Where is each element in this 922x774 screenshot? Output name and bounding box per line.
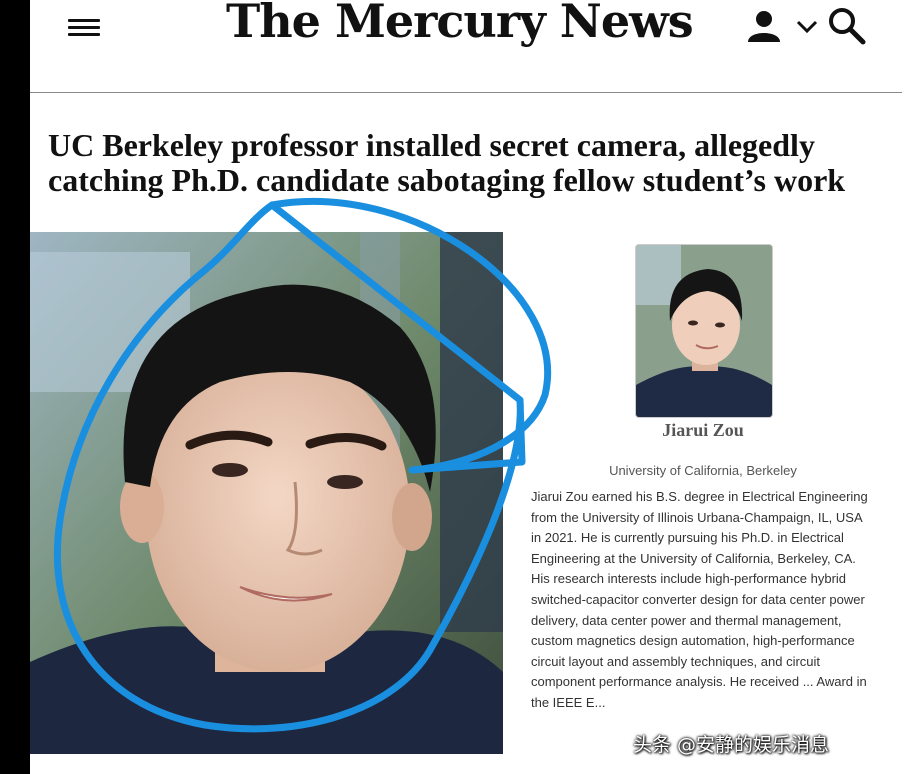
hero-photo <box>30 232 503 754</box>
chevron-down-icon[interactable] <box>795 16 819 36</box>
profile-bio: Jiarui Zou earned his B.S. degree in Ele… <box>531 489 868 710</box>
header-divider <box>30 92 902 93</box>
profile-photo <box>635 244 773 418</box>
user-icon[interactable] <box>745 8 783 44</box>
left-border <box>0 0 30 774</box>
profile-affiliation: University of California, Berkeley <box>609 463 797 478</box>
portrait-illustration <box>30 232 503 754</box>
article-page: The Mercury News UC Berkeley professor i… <box>30 0 922 774</box>
profile-name: Jiarui Zou <box>662 420 744 440</box>
watermark: 头条 @安静的娱乐消息 <box>633 734 830 756</box>
masthead-logo[interactable]: The Mercury News <box>226 0 694 48</box>
hamburger-menu-icon[interactable] <box>68 15 100 39</box>
article-headline[interactable]: UC Berkeley professor installed secret c… <box>48 128 908 198</box>
search-icon[interactable] <box>827 6 867 46</box>
